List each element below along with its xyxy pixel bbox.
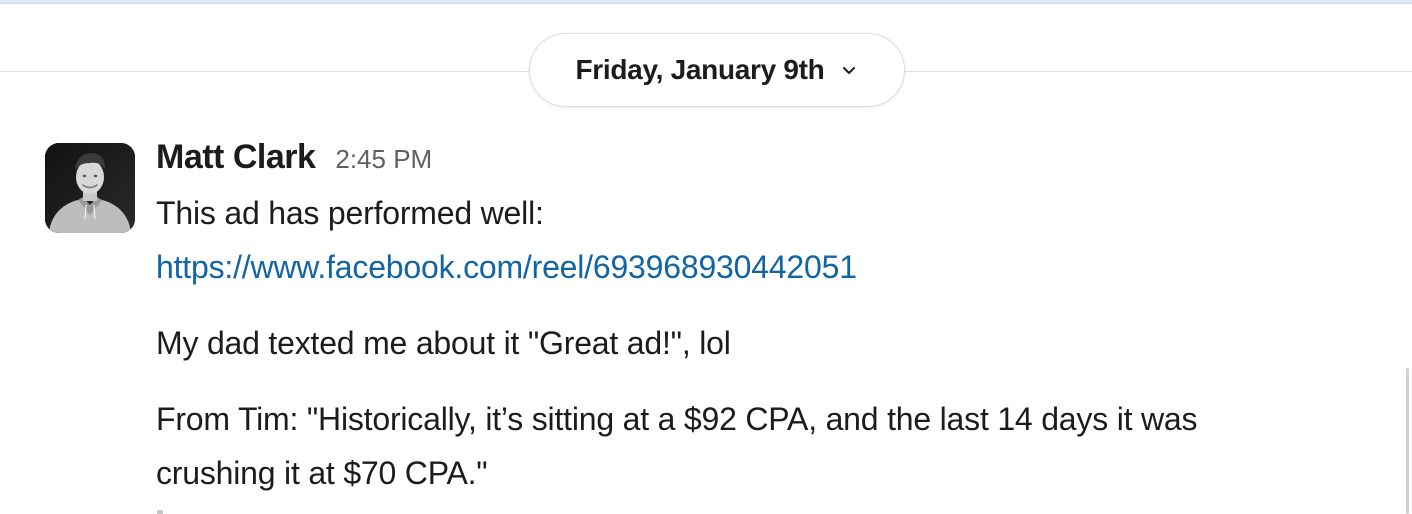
author-name[interactable]: Matt Clark (156, 138, 316, 177)
date-divider-label: Friday, January 9th (575, 54, 825, 85)
message-header: Matt Clark 2:45 PM (156, 138, 1396, 186)
message-pane: Friday, January 9th Matt Clark 2:45 PM T… (0, 0, 1412, 514)
date-divider-button[interactable]: Friday, January 9th (529, 33, 905, 107)
composer-edge (0, 0, 1412, 4)
next-line-fragment (157, 510, 163, 514)
message-line-intro: This ad has performed well: (156, 195, 544, 231)
message-line-dad: My dad texted me about it "Great ad!", l… (156, 325, 731, 361)
avatar[interactable] (45, 143, 135, 233)
message-line-tim-1: From Tim: "Historically, it’s sitting at… (156, 401, 1198, 437)
message-line-tim-2: crushing it at $70 CPA." (156, 455, 488, 491)
chevron-down-icon (840, 62, 858, 80)
message: Matt Clark 2:45 PM This ad has performed… (156, 138, 1396, 500)
scrollbar[interactable] (1406, 368, 1409, 514)
message-timestamp[interactable]: 2:45 PM (335, 144, 432, 175)
message-body: This ad has performed well: https://www.… (156, 186, 1396, 500)
message-link[interactable]: https://www.facebook.com/reel/6939689304… (156, 240, 1396, 294)
